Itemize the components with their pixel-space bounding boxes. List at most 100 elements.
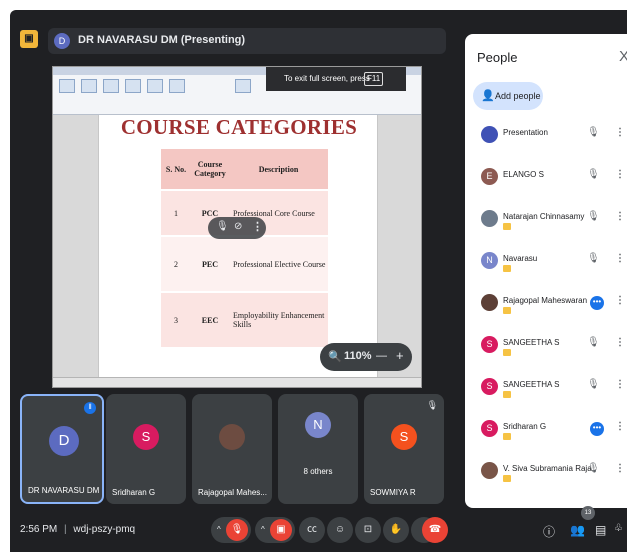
more-options-icon[interactable]: ⋮ xyxy=(252,220,263,233)
tile-avatar: S xyxy=(391,424,417,450)
participant-name: SANGEETHA S xyxy=(503,338,560,347)
participant-name: Sridharan G xyxy=(503,422,547,431)
participant-avatar xyxy=(481,462,498,479)
tile-hover-controls[interactable]: 🎙 ⊘ ⋮ xyxy=(208,217,266,239)
more-options-icon[interactable]: ⋮ xyxy=(615,463,625,474)
hand-raise-icon xyxy=(503,391,511,398)
row-sno: 2 xyxy=(174,259,178,269)
captions-button[interactable]: ㏄ xyxy=(299,517,325,543)
hand-raise-icon xyxy=(503,349,511,356)
chevron-up-icon: ^ xyxy=(261,525,265,534)
zoom-control[interactable]: 🔍 110% — + xyxy=(320,343,412,371)
screenshot-root: ▣ D DR NAVARASU DM (Presenting) To exit … xyxy=(0,0,627,552)
chat-icon[interactable]: ▤ xyxy=(595,523,606,537)
row-category: PEC xyxy=(202,259,218,269)
panel-title: People xyxy=(477,50,518,65)
row-description: Employability Enhancement Skills xyxy=(233,311,325,329)
from-current-icon xyxy=(81,79,97,93)
info-icon[interactable]: ⓘ xyxy=(543,523,555,540)
participant-name: SANGEETHA S xyxy=(503,380,560,389)
more-options-icon[interactable]: ⋮ xyxy=(615,127,625,138)
slide-title: COURSE CATEGORIES xyxy=(120,115,358,139)
mute-icon[interactable]: ⊘ xyxy=(234,221,242,232)
more-options-icon[interactable]: ⋮ xyxy=(615,379,625,390)
row-category: EEC xyxy=(201,315,219,325)
header-description: Description xyxy=(258,164,299,174)
participant-tile[interactable]: S Sridharan G xyxy=(106,394,186,504)
mic-off-icon[interactable]: 🎙 xyxy=(587,463,600,474)
close-panel-button[interactable]: X xyxy=(619,48,627,65)
presenter-name: DR NAVARASU DM (Presenting) xyxy=(78,34,246,46)
participant-name: Presentation xyxy=(503,128,548,137)
participant-avatar: S xyxy=(481,420,498,437)
zoom-in-button[interactable]: + xyxy=(396,348,404,363)
setup-show-icon xyxy=(147,79,163,93)
tile-name: Sridharan G xyxy=(112,488,156,497)
tile-name: SOWMIYA R xyxy=(370,488,416,497)
emoji-button[interactable]: ☺ xyxy=(327,517,353,543)
mic-off-icon[interactable]: 🎙 xyxy=(587,253,600,264)
add-people-button[interactable]: 👤 Add people xyxy=(473,82,543,110)
mic-off-icon[interactable]: 🎙 xyxy=(587,169,600,180)
participant-tile[interactable]: Rajagopal Mahes... xyxy=(192,394,272,504)
mic-off-icon[interactable]: 🎙 xyxy=(587,337,600,348)
participant-avatar xyxy=(481,294,498,311)
chevron-up-icon: ^ xyxy=(217,525,221,534)
header-sno: S. No. xyxy=(165,164,187,174)
more-options-icon[interactable]: ⋮ xyxy=(615,295,625,306)
resolution-icon xyxy=(235,79,251,93)
add-person-icon: 👤 xyxy=(481,90,495,102)
header-category: Course Category xyxy=(194,160,226,178)
people-count-badge: 13 xyxy=(581,506,595,520)
meet-window: ▣ D DR NAVARASU DM (Presenting) To exit … xyxy=(10,10,627,552)
mic-off-icon: 🎙 xyxy=(226,519,248,541)
people-icon[interactable]: 👥 xyxy=(570,523,585,537)
camera-off-icon: ▣ xyxy=(270,519,292,541)
zoom-out-button[interactable]: — xyxy=(376,350,387,362)
mic-off-icon[interactable]: 🎙 xyxy=(587,211,600,222)
raise-hand-button[interactable]: ✋ xyxy=(383,517,409,543)
fullscreen-key: F11 xyxy=(364,72,384,86)
participant-tile[interactable]: S SOWMIYA R 🎙 xyxy=(364,394,444,504)
participant-name: Natarajan Chinnasamy xyxy=(503,212,585,221)
presenter-bar: D DR NAVARASU DM (Presenting) xyxy=(48,28,446,54)
more-options-icon[interactable]: ⋮ xyxy=(615,337,625,348)
more-options-icon[interactable]: ⋮ xyxy=(615,169,625,180)
end-call-icon: ☎ xyxy=(428,524,442,535)
broadcast-icon xyxy=(103,79,119,93)
participant-tile[interactable]: D DR NAVARASU DM ⦀ xyxy=(20,394,104,504)
more-options-icon[interactable]: ⋮ xyxy=(615,421,625,432)
hand-raise-icon xyxy=(503,265,511,272)
mic-off-icon[interactable]: 🎙 xyxy=(587,127,600,138)
participant-name: V. Siva Subramania Raja xyxy=(503,464,592,473)
emoji-icon: ☺ xyxy=(334,524,346,535)
leave-call-button[interactable]: ☎ xyxy=(422,517,448,543)
present-button[interactable]: ⊡ xyxy=(355,517,381,543)
activities-icon[interactable]: ♧ xyxy=(614,523,623,534)
participant-tile[interactable]: N 8 others xyxy=(278,394,358,504)
present-icon: ⊡ xyxy=(363,524,373,535)
more-options-icon[interactable]: ⋮ xyxy=(615,211,625,222)
participant-avatar: E xyxy=(481,168,498,185)
table-row: 3 EEC Employability Enhancement Skills xyxy=(161,293,328,347)
speaking-icon: ⦀ xyxy=(84,402,96,414)
mic-off-icon[interactable]: 🎙 xyxy=(587,379,600,390)
mic-toggle-button[interactable]: ^ 🎙 xyxy=(211,517,251,543)
more-options-icon[interactable]: ⋮ xyxy=(615,253,625,264)
speaking-icon: ••• xyxy=(590,296,604,310)
people-panel: People X 👤 Add people Presentation 🎙 ⋮ E ELA… xyxy=(465,34,627,508)
participant-name: Rajagopal Maheswaran xyxy=(503,296,588,305)
hand-raise-icon xyxy=(503,223,511,230)
row-sno: 1 xyxy=(174,208,178,218)
camera-toggle-button[interactable]: ^ ▣ xyxy=(255,517,295,543)
speaking-icon: ••• xyxy=(590,422,604,436)
rehearse-icon xyxy=(169,79,185,93)
row-sno: 3 xyxy=(174,315,178,325)
hand-raise-icon xyxy=(503,433,511,440)
hand-raise-icon xyxy=(503,307,511,314)
meeting-info: 2:56 PM | wdj-pszy-pmq xyxy=(20,524,135,535)
mic-off-icon[interactable]: 🎙 xyxy=(216,221,229,232)
participant-name: ELANGO S xyxy=(503,170,544,179)
presentation-icon[interactable]: ▣ xyxy=(20,30,38,48)
participant-avatar: S xyxy=(481,378,498,395)
